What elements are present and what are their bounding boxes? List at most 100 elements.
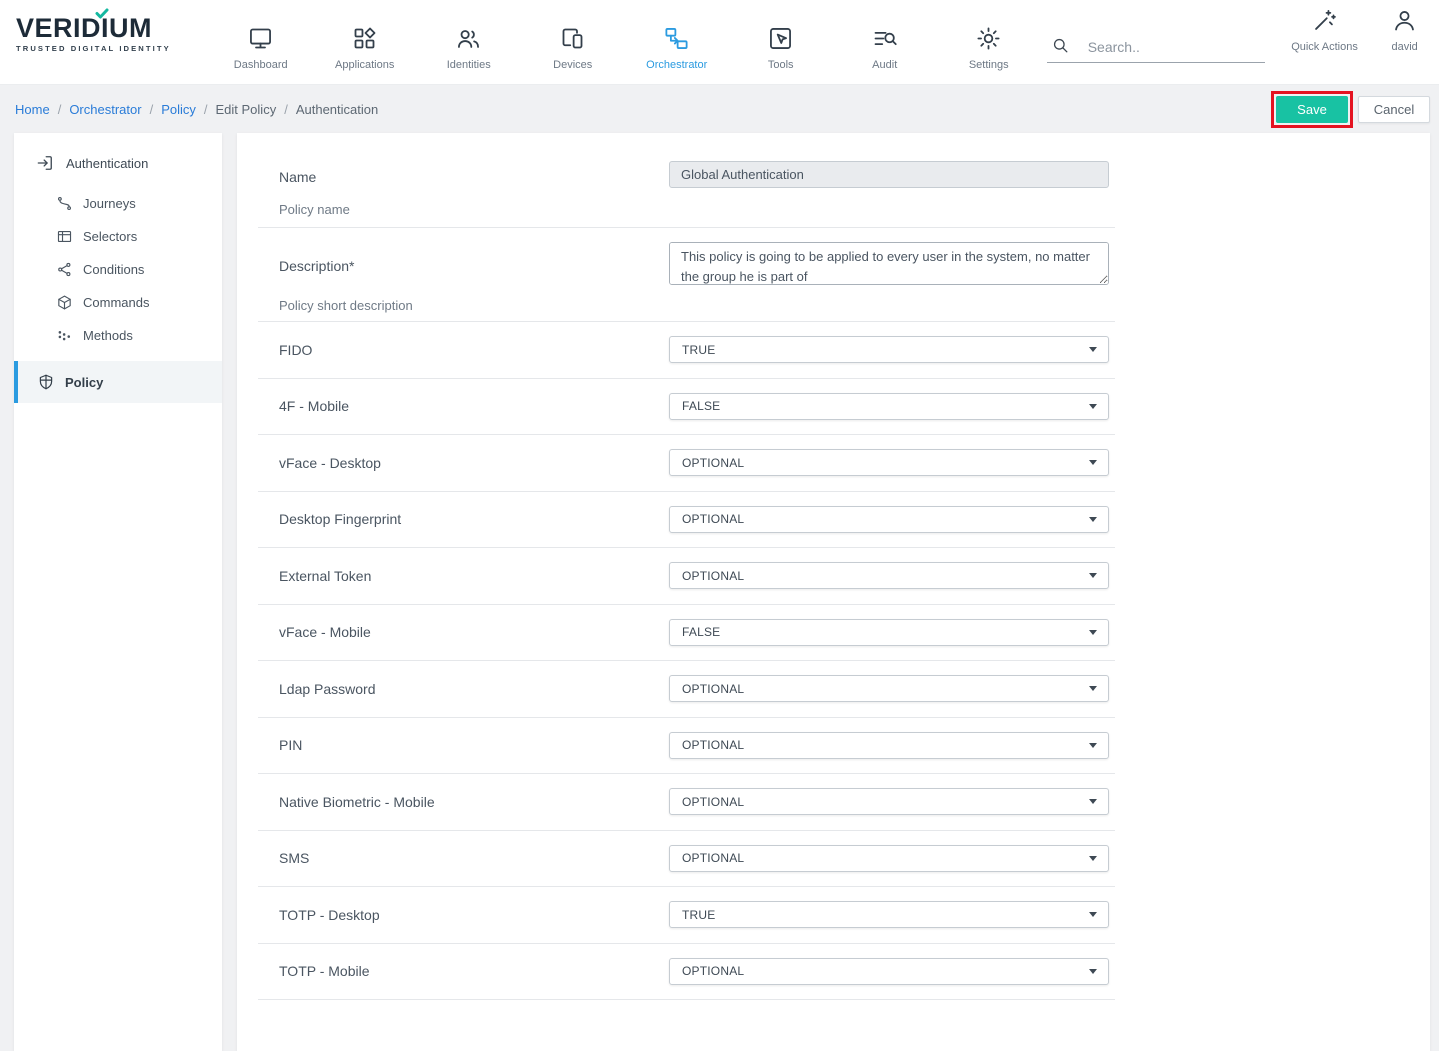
form-row-native-biometric-mobile: Native Biometric - MobileOPTIONAL — [258, 774, 1115, 831]
quick-actions-button[interactable]: Quick Actions — [1279, 0, 1371, 84]
conditions-icon — [56, 261, 73, 278]
select-totp-mobile[interactable]: OPTIONAL — [669, 958, 1109, 985]
field-label-totp-desktop: TOTP - Desktop — [279, 907, 669, 923]
nav-label-orchestrator: Orchestrator — [646, 59, 707, 71]
field-label-pin: PIN — [279, 737, 669, 753]
dashboard-icon — [247, 24, 274, 52]
select-external-token[interactable]: OPTIONAL — [669, 562, 1109, 589]
form-row-4f-mobile: 4F - MobileFALSE — [258, 379, 1115, 436]
breadcrumb-separator: / — [204, 102, 208, 117]
field-label-desktop-fingerprint: Desktop Fingerprint — [279, 511, 669, 527]
form-row-description: Description*Policy short descriptionThis… — [258, 228, 1115, 322]
nav-item-applications[interactable]: Applications — [313, 18, 417, 71]
select-totp-desktop[interactable]: TRUE — [669, 901, 1109, 928]
chevron-down-icon — [1089, 856, 1097, 861]
form-row-totp-mobile: TOTP - MobileOPTIONAL — [258, 944, 1115, 1001]
field-label-native-biometric-mobile: Native Biometric - Mobile — [279, 794, 669, 810]
form-row-vface-mobile: vFace - MobileFALSE — [258, 605, 1115, 662]
search-input[interactable] — [1070, 39, 1269, 55]
sidebar-item-journeys[interactable]: Journeys — [14, 187, 222, 220]
nav-item-devices[interactable]: Devices — [521, 18, 625, 71]
audit-icon — [871, 24, 898, 52]
select-fido[interactable]: TRUE — [669, 336, 1109, 363]
login-icon — [35, 153, 55, 173]
breadcrumb-separator: / — [58, 102, 62, 117]
chevron-down-icon — [1089, 517, 1097, 522]
chevron-down-icon — [1089, 743, 1097, 748]
nav-label-settings: Settings — [969, 59, 1009, 71]
methods-icon — [56, 327, 73, 344]
form-row-ldap-password: Ldap PasswordOPTIONAL — [258, 661, 1115, 718]
sidebar-header-label: Authentication — [66, 156, 148, 171]
breadcrumb-bar: Home/Orchestrator/Policy/Edit Policy/Aut… — [0, 85, 1439, 133]
sidebar-item-selectors[interactable]: Selectors — [14, 220, 222, 253]
sidebar-item-label-selectors: Selectors — [83, 229, 137, 244]
nav-item-dashboard[interactable]: Dashboard — [209, 18, 313, 71]
breadcrumb-separator: / — [284, 102, 288, 117]
brand-name: VERIDIUM — [16, 15, 152, 42]
select-sms[interactable]: OPTIONAL — [669, 845, 1109, 872]
field-label-external-token: External Token — [279, 568, 669, 584]
sidebar-item-policy[interactable]: Policy — [14, 361, 222, 403]
sidebar-item-commands[interactable]: Commands — [14, 286, 222, 319]
field-label-fido: FIDO — [279, 342, 669, 358]
select-value-sms: OPTIONAL — [682, 851, 744, 865]
page-layout: Authentication Journeys Selectors Conditio… — [0, 133, 1439, 1051]
select-vface-mobile[interactable]: FALSE — [669, 619, 1109, 646]
nav-label-tools: Tools — [768, 59, 794, 71]
select-value-pin: OPTIONAL — [682, 738, 744, 752]
save-button[interactable]: Save — [1276, 96, 1348, 123]
breadcrumb: Home/Orchestrator/Policy/Edit Policy/Aut… — [15, 102, 378, 117]
breadcrumb-edit-policy: Edit Policy — [216, 102, 277, 117]
top-navigation-bar: VERIDIUM TRUSTED DIGITAL IDENTITY Dashbo… — [0, 0, 1439, 85]
select-desktop-fingerprint[interactable]: OPTIONAL — [669, 506, 1109, 533]
selectors-icon — [56, 228, 73, 245]
form-row-totp-desktop: TOTP - Desktop TRUE — [258, 887, 1115, 944]
field-label-description: Description* — [279, 258, 669, 274]
field-label-block-description: Description*Policy short description — [279, 242, 669, 321]
select-ldap-password[interactable]: OPTIONAL — [669, 675, 1109, 702]
sidebar-item-label-conditions: Conditions — [83, 262, 144, 277]
select-value-ldap-password: OPTIONAL — [682, 682, 744, 696]
nav-item-orchestrator[interactable]: Orchestrator — [625, 18, 729, 71]
select-native-biometric-mobile[interactable]: OPTIONAL — [669, 788, 1109, 815]
field-label-block-name: NamePolicy name — [279, 161, 669, 227]
breadcrumb-home[interactable]: Home — [15, 102, 50, 117]
chevron-down-icon — [1089, 969, 1097, 974]
nav-item-identities[interactable]: Identities — [417, 18, 521, 71]
select-value-external-token: OPTIONAL — [682, 569, 744, 583]
identities-icon — [455, 24, 482, 52]
select-4f-mobile[interactable]: FALSE — [669, 393, 1109, 420]
breadcrumb-authentication: Authentication — [296, 102, 378, 117]
orchestrator-icon — [663, 24, 690, 52]
cancel-button[interactable]: Cancel — [1358, 96, 1430, 123]
nav-item-audit[interactable]: Audit — [833, 18, 937, 71]
breadcrumb-policy[interactable]: Policy — [161, 102, 196, 117]
user-menu[interactable]: david — [1370, 0, 1439, 84]
veridium-logo[interactable]: VERIDIUM TRUSTED DIGITAL IDENTITY — [0, 0, 209, 84]
textarea-description[interactable]: This policy is going to be applied to ev… — [669, 242, 1109, 285]
select-pin[interactable]: OPTIONAL — [669, 732, 1109, 759]
sidebar-item-label-methods: Methods — [83, 328, 133, 343]
input-name[interactable] — [669, 161, 1109, 188]
sidebar-item-conditions[interactable]: Conditions — [14, 253, 222, 286]
nav-item-tools[interactable]: Tools — [729, 18, 833, 71]
policy-form: NamePolicy nameDescription*Policy short … — [237, 133, 1430, 1000]
select-vface-desktop[interactable]: OPTIONAL — [669, 449, 1109, 476]
form-row-pin: PIN OPTIONAL — [258, 718, 1115, 775]
user-icon — [1391, 6, 1418, 34]
brand-name-text: VERIDIUM — [16, 13, 152, 43]
sidebar-active-label: Policy — [65, 375, 103, 390]
sidebar: Authentication Journeys Selectors Conditio… — [14, 133, 222, 1051]
nav-item-settings[interactable]: Settings — [937, 18, 1041, 71]
field-label-vface-desktop: vFace - Desktop — [279, 455, 669, 471]
sidebar-item-methods[interactable]: Methods — [14, 319, 222, 352]
save-annotation-highlight: Save — [1271, 91, 1353, 128]
brand-checkmark-icon — [95, 8, 109, 19]
journeys-icon — [56, 195, 73, 212]
nav-label-applications: Applications — [335, 59, 394, 71]
breadcrumb-orchestrator[interactable]: Orchestrator — [69, 102, 141, 117]
sidebar-header-authentication[interactable]: Authentication — [14, 143, 222, 187]
select-value-fido: TRUE — [682, 343, 715, 357]
select-value-totp-desktop: TRUE — [682, 908, 715, 922]
